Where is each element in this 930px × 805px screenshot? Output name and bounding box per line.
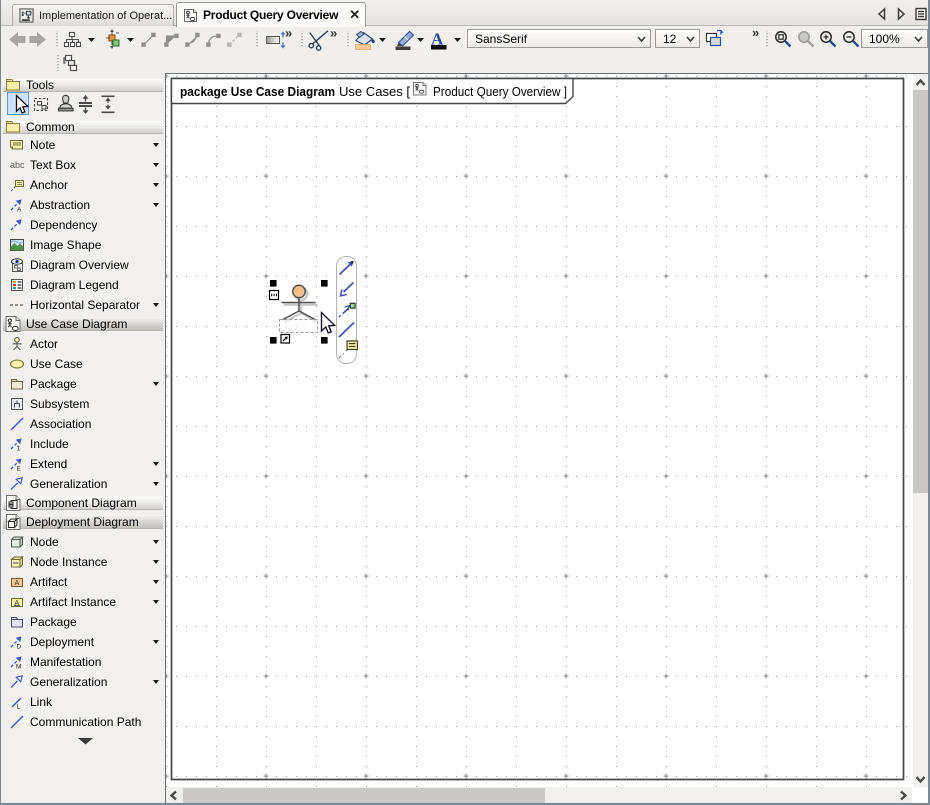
svg-text:M: M [16,664,21,671]
svg-text:E: E [17,466,22,473]
svg-text:A: A [15,580,20,587]
svg-text:abc: abc [10,160,25,170]
svg-text:»: » [285,27,292,41]
svg-text:A: A [17,207,22,214]
svg-text:D: D [17,644,22,651]
svg-text:Use Cases [: Use Cases [ [339,85,411,99]
svg-text:Product Query Overview ]: Product Query Overview ] [433,85,567,99]
svg-text:package Use Case Diagram: package Use Case Diagram [180,85,335,99]
svg-text:L: L [17,704,21,711]
svg-text:A: A [15,600,20,607]
svg-text:»: » [330,27,337,41]
svg-text:»: » [752,27,759,40]
svg-text:I: I [17,446,21,453]
